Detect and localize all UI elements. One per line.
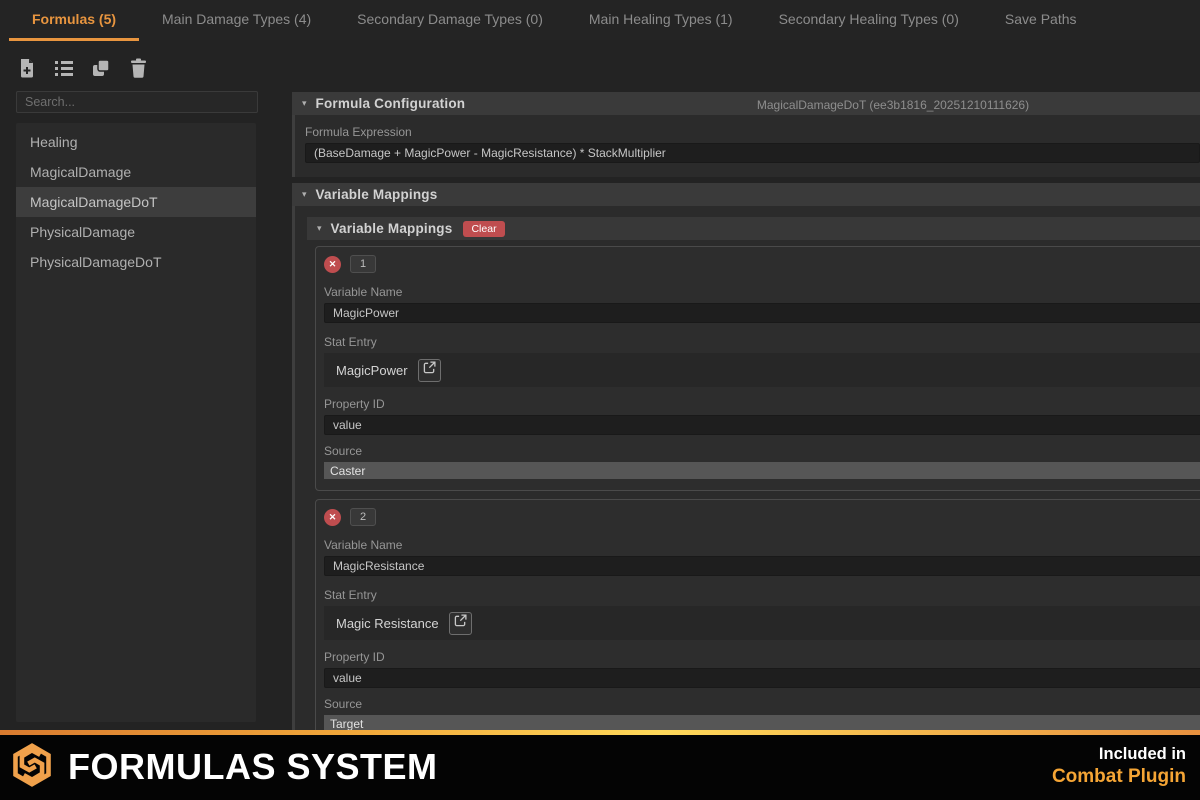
sidebar: Healing MagicalDamage MagicalDamageDoT P… bbox=[0, 40, 274, 730]
property-id-field[interactable]: value bbox=[324, 668, 1200, 688]
source-dropdown[interactable]: Target bbox=[324, 715, 1200, 730]
external-link-icon bbox=[423, 361, 436, 379]
remove-entry-button[interactable]: ✕ bbox=[324, 255, 341, 273]
chevron-down-icon: ▾ bbox=[302, 189, 307, 199]
tab-formulas[interactable]: Formulas (5) bbox=[9, 0, 140, 41]
document-title: MagicalDamageDoT (ee3b1816_2025121011162… bbox=[756, 98, 1030, 112]
tab-main-healing-types[interactable]: Main Healing Types (1) bbox=[566, 0, 756, 41]
footer-accent-bar bbox=[0, 730, 1200, 735]
formula-configuration-body: Formula Expression (BaseDamage + MagicPo… bbox=[292, 115, 1200, 177]
section-title: Variable Mappings bbox=[315, 187, 438, 202]
search-input[interactable] bbox=[16, 91, 258, 113]
entry-index-badge: 2 bbox=[350, 508, 376, 526]
footer-banner: FORMULAS SYSTEM Included in Combat Plugi… bbox=[0, 730, 1200, 800]
duplicate-button[interactable] bbox=[90, 57, 112, 79]
stat-entry-name: Magic Resistance bbox=[336, 615, 439, 631]
tab-secondary-damage-types[interactable]: Secondary Damage Types (0) bbox=[334, 0, 566, 41]
property-id-label: Property ID bbox=[324, 650, 385, 664]
chevron-down-icon: ▾ bbox=[317, 223, 322, 233]
property-id-label: Property ID bbox=[324, 397, 385, 411]
property-id-field[interactable]: value bbox=[324, 415, 1200, 435]
tab-secondary-healing-types[interactable]: Secondary Healing Types (0) bbox=[756, 0, 982, 41]
included-in-text: Included in bbox=[1098, 745, 1186, 763]
clear-button[interactable]: Clear bbox=[463, 220, 505, 237]
formula-expression-field[interactable]: (BaseDamage + MagicPower - MagicResistan… bbox=[305, 143, 1200, 163]
variable-name-label: Variable Name bbox=[324, 285, 403, 299]
entry-index-badge: 1 bbox=[350, 255, 376, 273]
delete-button[interactable] bbox=[127, 57, 149, 79]
list-item-magicaldamage[interactable]: MagicalDamage bbox=[16, 157, 256, 187]
open-stat-entry-button[interactable] bbox=[448, 611, 472, 635]
source-dropdown[interactable]: Caster bbox=[324, 462, 1200, 479]
variable-mappings-body: ▾ Variable Mappings Clear ✕ 1 Variable N… bbox=[292, 206, 1200, 730]
new-file-button[interactable] bbox=[16, 57, 38, 79]
formula-expression-label: Formula Expression bbox=[305, 125, 412, 139]
tab-save-paths[interactable]: Save Paths bbox=[982, 0, 1100, 41]
trash-icon bbox=[130, 58, 147, 78]
list-icon bbox=[54, 59, 74, 77]
variable-mapping-entry: ✕ 2 Variable Name MagicResistance Stat E… bbox=[315, 499, 1200, 730]
inner-section-title: Variable Mappings bbox=[330, 221, 453, 236]
section-title: Formula Configuration bbox=[315, 96, 466, 111]
variable-mappings-inner-header[interactable]: ▾ Variable Mappings Clear bbox=[307, 217, 1200, 240]
variable-mapping-entry: ✕ 1 Variable Name MagicPower Stat Entry … bbox=[315, 246, 1200, 491]
tab-main-damage-types[interactable]: Main Damage Types (4) bbox=[139, 0, 334, 41]
chevron-down-icon: ▾ bbox=[302, 98, 307, 108]
formula-list: Healing MagicalDamage MagicalDamageDoT P… bbox=[16, 123, 256, 722]
external-link-icon bbox=[454, 614, 467, 632]
variable-mappings-header[interactable]: ▾ Variable Mappings bbox=[292, 183, 1200, 206]
variable-mappings-section: ▾ Variable Mappings ▾ Variable Mappings … bbox=[292, 183, 1200, 730]
remove-entry-button[interactable]: ✕ bbox=[324, 508, 341, 526]
plugin-name-text: Combat Plugin bbox=[1051, 766, 1186, 787]
variable-name-field[interactable]: MagicResistance bbox=[324, 556, 1200, 576]
list-item-physicaldamage[interactable]: PhysicalDamage bbox=[16, 217, 256, 247]
list-item-healing[interactable]: Healing bbox=[16, 127, 256, 157]
footer-title: FORMULAS SYSTEM bbox=[68, 745, 438, 787]
stat-entry-row: MagicPower bbox=[324, 353, 1200, 387]
open-stat-entry-button[interactable] bbox=[417, 358, 441, 382]
source-label: Source bbox=[324, 444, 363, 458]
stat-entry-label: Stat Entry bbox=[324, 335, 377, 349]
main-area: Healing MagicalDamage MagicalDamageDoT P… bbox=[0, 40, 1200, 730]
stat-entry-row: Magic Resistance bbox=[324, 606, 1200, 640]
variable-name-label: Variable Name bbox=[324, 538, 403, 552]
new-file-icon bbox=[18, 58, 36, 78]
formulas-system-logo-icon bbox=[10, 742, 54, 792]
tab-bar: Formulas (5) Main Damage Types (4) Secon… bbox=[0, 0, 1200, 41]
sidebar-toolbar bbox=[16, 55, 274, 81]
source-label: Source bbox=[324, 697, 363, 711]
stat-entry-name: MagicPower bbox=[336, 362, 408, 378]
list-item-magicaldamagedot[interactable]: MagicalDamageDoT bbox=[16, 187, 256, 217]
list-item-physicaldamagedot[interactable]: PhysicalDamageDoT bbox=[16, 247, 256, 277]
variable-name-field[interactable]: MagicPower bbox=[324, 303, 1200, 323]
stat-entry-label: Stat Entry bbox=[324, 588, 377, 602]
list-view-button[interactable] bbox=[53, 57, 75, 79]
duplicate-icon bbox=[91, 58, 111, 78]
inspector-panel: MagicalDamageDoT (ee3b1816_2025121011162… bbox=[274, 40, 1200, 730]
